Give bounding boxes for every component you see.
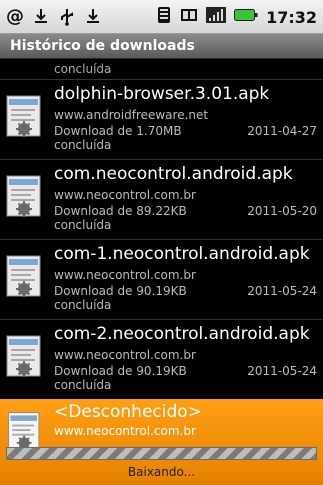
item-state: concluída — [54, 378, 112, 392]
item-date: 2011-05-24 — [247, 284, 317, 298]
apk-file-icon — [6, 175, 41, 217]
list-item[interactable]: com.neocontrol.android.apk www.neocontro… — [0, 160, 323, 240]
item-size: Download de 1.70MB — [54, 124, 182, 138]
item-site: www.neocontrol.com.br — [54, 188, 196, 202]
status-bar: @ 17:32 — [0, 0, 323, 34]
apk-file-icon — [6, 95, 41, 137]
item-size: Download de 90.19KB — [54, 364, 187, 378]
battery-icon — [234, 7, 258, 27]
notification-icons: @ — [6, 4, 102, 30]
item-size: Download de 90.19KB — [54, 284, 187, 298]
item-date: 2011-05-20 — [247, 204, 317, 218]
sim-icon — [180, 6, 198, 28]
signal-icon — [206, 6, 227, 28]
list-item[interactable]: com-2.neocontrol.android.apk www.neocont… — [0, 320, 323, 400]
item-size: Download de 89.22KB — [54, 204, 187, 218]
item-state: concluída — [54, 298, 112, 312]
item-site: www.neocontrol.com.br — [54, 424, 196, 438]
list-item[interactable]: com-1.neocontrol.android.apk www.neocont… — [0, 240, 323, 320]
vibrate-icon — [156, 6, 172, 28]
download-icon — [84, 8, 102, 26]
item-site: www.neocontrol.com.br — [54, 348, 196, 362]
item-name: <Desconhecido> — [54, 402, 202, 422]
item-state: concluída — [54, 138, 112, 152]
item-site: www.neocontrol.com.br — [54, 268, 196, 282]
title-bar: Histórico de downloads — [0, 34, 323, 59]
clock: 17:32 — [266, 7, 317, 27]
item-name: com.neocontrol.android.apk — [54, 164, 293, 184]
apk-file-icon — [6, 335, 41, 377]
item-date: 2011-05-24 — [247, 364, 317, 378]
item-state: concluída — [54, 62, 112, 76]
list-item[interactable]: concluída — [0, 59, 323, 80]
download-status: Baixando... — [127, 465, 196, 479]
active-download-item[interactable]: <Desconhecido> www.neocontrol.com.br Bai… — [0, 399, 323, 485]
usb-icon — [58, 8, 76, 26]
item-site: www.androidfreeware.net — [54, 108, 209, 122]
at-icon: @ — [6, 6, 24, 27]
system-icons: 17:32 — [156, 4, 317, 30]
download-progress-bar — [6, 447, 317, 460]
item-name: com-1.neocontrol.android.apk — [54, 244, 310, 264]
apk-file-icon — [6, 255, 41, 297]
item-state: concluída — [54, 218, 112, 232]
page-title: Histórico de downloads — [10, 38, 195, 54]
list-item[interactable]: dolphin-browser.3.01.apk www.androidfree… — [0, 80, 323, 160]
item-name: dolphin-browser.3.01.apk — [54, 84, 270, 104]
item-name: com-2.neocontrol.android.apk — [54, 324, 310, 344]
item-date: 2011-04-27 — [247, 124, 317, 138]
download-icon — [32, 8, 50, 26]
